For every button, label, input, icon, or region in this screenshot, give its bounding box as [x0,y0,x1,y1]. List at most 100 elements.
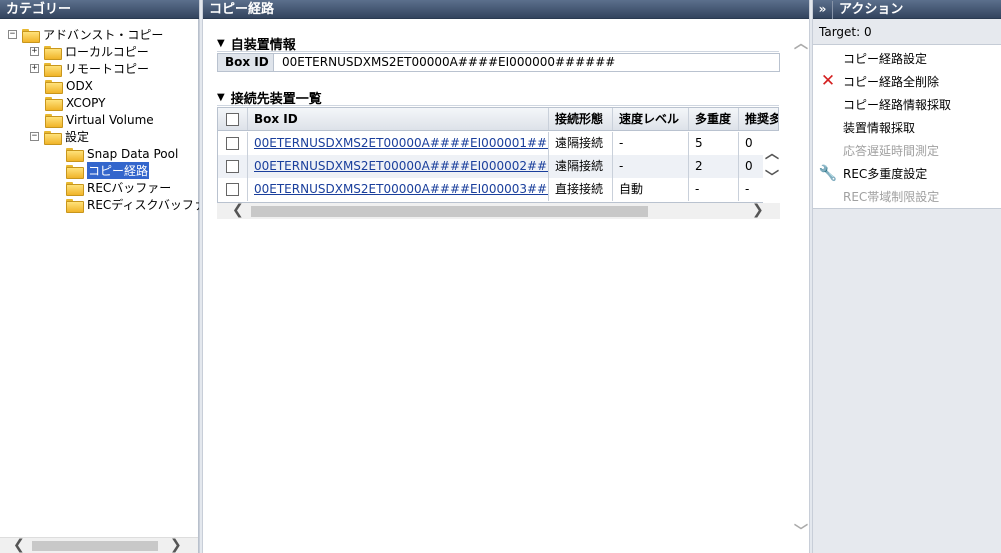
tree-item-label: ODX [66,78,93,93]
folder-icon [44,45,62,60]
collapse-icon[interactable]: − [30,132,39,141]
action-label: コピー経路情報採取 [843,97,952,112]
scroll-up-icon[interactable]: ︿ [765,143,779,163]
tree-item-label: RECバッファー [87,181,172,195]
tree-item-rec-buffer[interactable]: RECバッファー [66,179,171,196]
action-label: コピー経路全削除 [843,74,940,89]
row-checkbox[interactable] [226,160,239,173]
tree-item-copy-path[interactable]: コピー経路 [66,162,150,179]
tree-item-advanced-copy[interactable]: − アドバンスト・コピー [8,26,163,43]
table-horizontal-scrollbar[interactable]: ❮ ❯ [217,202,780,219]
row-checkbox-cell [218,155,248,178]
scroll-down-icon[interactable]: ﹀ [794,521,808,541]
table-row[interactable]: 00ETERNUSDXMS2ET00000A####EI000002######… [218,155,778,178]
collapse-triangle-icon[interactable]: ▼ [217,92,225,103]
box-id-link[interactable]: 00ETERNUSDXMS2ET00000A####EI000002###### [254,159,548,173]
action-label: REC帯域制限設定 [843,189,940,204]
collapse-triangle-icon[interactable]: ▼ [217,38,225,49]
scroll-up-icon[interactable]: ︿ [794,33,808,53]
delete-x-icon: ✕ [820,71,836,91]
table-header-row: Box ID 接続形態 速度レベル 多重度 推奨多 [218,108,778,131]
copy-path-panel: コピー経路 ▼ 自装置情報 Box ID 00ETERNUSDXMS2ET000… [203,0,809,553]
action-delete-all-copy-paths[interactable]: ✕ コピー経路全削除 [813,70,1001,92]
tree-item-remote-copy[interactable]: + リモートコピー [30,60,149,77]
speed-cell: - [613,132,689,155]
tree-item-label: リモートコピー [65,62,150,76]
column-header-connection[interactable]: 接続形態 [549,108,613,130]
tree-item-rec-disk-buffer[interactable]: RECディスクバッファー [66,196,218,213]
action-panel: » アクション Target: 0 コピー経路設定 ✕ コピー経路全削除 コピー… [813,0,1001,553]
folder-icon [45,96,63,111]
tree-item-settings[interactable]: − 設定 [30,128,89,145]
folder-icon [66,147,84,162]
box-id-link[interactable]: 00ETERNUSDXMS2ET00000A####EI000003###### [254,182,548,196]
box-id-cell: 00ETERNUSDXMS2ET00000A####EI000002###### [248,155,549,178]
action-export-device-info[interactable]: 装置情報採取 [813,116,1001,138]
divider [217,105,779,106]
action-label: コピー経路設定 [843,51,928,66]
column-header-multiplicity[interactable]: 多重度 [689,108,739,130]
action-list: コピー経路設定 ✕ コピー経路全削除 コピー経路情報採取 装置情報採取 応答遅延… [813,44,1001,209]
multiplicity-cell: - [689,178,739,201]
tree-item-snap-data-pool[interactable]: Snap Data Pool [66,145,178,162]
table-row[interactable]: 00ETERNUSDXMS2ET00000A####EI000001######… [218,132,778,155]
action-export-copy-path-info[interactable]: コピー経路情報採取 [813,93,1001,115]
category-panel-header: カテゴリー [0,0,199,19]
action-panel-title: アクション [839,2,904,17]
expand-icon[interactable]: + [30,64,39,73]
multiplicity-cell: 2 [689,155,739,178]
action-copy-path-settings[interactable]: コピー経路設定 [813,47,1001,69]
tree-item-virtual-volume[interactable]: Virtual Volume [45,111,154,128]
box-id-link[interactable]: 00ETERNUSDXMS2ET00000A####EI000001###### [254,136,548,150]
tree-item-label: Snap Data Pool [87,146,179,161]
scroll-right-icon[interactable]: ❯ [752,202,764,218]
table-vertical-scrollbar[interactable]: ︿ ﹀ [763,131,780,203]
expand-panel-button[interactable]: » [813,1,833,19]
action-label: 応答遅延時間測定 [843,143,940,158]
column-header-recommended[interactable]: 推奨多 [739,108,778,130]
tree-item-xcopy[interactable]: XCOPY [45,94,105,111]
column-header-speed[interactable]: 速度レベル [613,108,689,130]
scroll-left-icon[interactable]: ❮ [232,202,244,218]
folder-icon [66,181,84,196]
action-rec-bandwidth-limit: REC帯域制限設定 [813,185,1001,207]
self-info-box: Box ID 00ETERNUSDXMS2ET00000A####EI00000… [217,53,780,72]
select-all-checkbox[interactable] [226,112,239,126]
category-panel: カテゴリー − アドバンスト・コピー + ローカルコピー + リモートコピー O… [0,0,218,553]
tree-item-label: 設定 [65,130,90,144]
tree-item-label: アドバンスト・コピー [43,28,164,42]
scrollbar-thumb[interactable] [251,206,648,217]
table-row[interactable]: 00ETERNUSDXMS2ET00000A####EI000003######… [218,178,778,201]
connection-cell: 遠隔接続 [549,155,613,178]
folder-icon [66,198,84,213]
tree-item-label: ローカルコピー [65,45,149,59]
column-header-box-id[interactable]: Box ID [248,108,549,130]
divider [217,51,779,52]
folder-icon [45,79,63,94]
target-count: Target: 0 [819,25,872,39]
tree-horizontal-scrollbar[interactable]: ❮ ❯ [0,537,198,553]
row-checkbox[interactable] [226,183,239,196]
collapse-icon[interactable]: − [8,30,17,39]
tree-item-label: Virtual Volume [66,112,154,127]
box-id-value: 00ETERNUSDXMS2ET00000A####EI000000###### [282,55,616,69]
tree-item-odx[interactable]: ODX [45,77,93,94]
scroll-right-icon[interactable]: ❯ [170,537,182,553]
tree-item-local-copy[interactable]: + ローカルコピー [30,43,149,60]
expand-icon[interactable]: + [30,47,39,56]
action-rec-multiplicity-settings[interactable]: 🔧 REC多重度設定 [813,162,1001,184]
row-checkbox-cell [218,132,248,155]
row-checkbox[interactable] [226,137,239,150]
panel-vertical-scrollbar[interactable]: ︿ ﹀ [792,33,809,543]
folder-icon [45,113,63,128]
action-label: REC多重度設定 [843,166,928,181]
scrollbar-thumb[interactable] [32,541,158,551]
speed-cell: - [613,155,689,178]
page-title: コピー経路 [203,0,809,19]
folder-icon [22,28,40,43]
scroll-down-icon[interactable]: ﹀ [765,167,779,187]
connection-cell: 直接接続 [549,178,613,201]
wrench-icon: 🔧 [818,164,838,182]
folder-icon [44,62,62,77]
scroll-left-icon[interactable]: ❮ [13,537,25,553]
